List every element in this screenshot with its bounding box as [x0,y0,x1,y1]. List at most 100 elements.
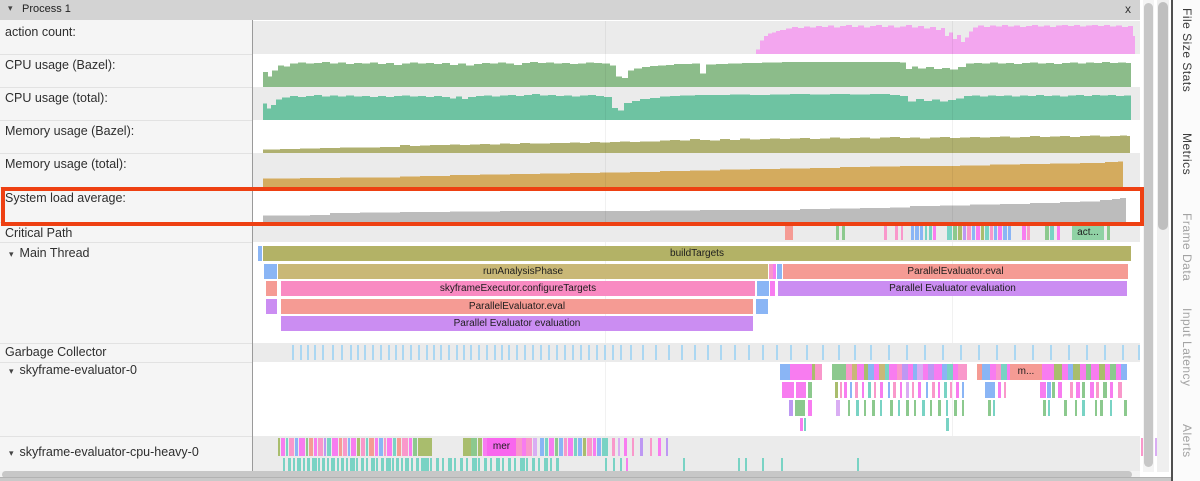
trace-slice[interactable] [658,438,661,456]
trace-slice[interactable] [402,438,408,456]
gc-event-tick[interactable] [380,345,382,360]
trace-slice[interactable] [1064,400,1067,416]
gc-event-tick[interactable] [888,345,890,360]
trace-slice[interactable] [773,264,776,279]
trace-slice[interactable] [738,458,740,471]
trace-slice[interactable] [906,400,909,416]
gc-event-tick[interactable] [942,345,944,360]
trace-slice[interactable] [1052,382,1055,398]
trace-slice[interactable] [666,438,668,456]
gc-event-tick[interactable] [564,345,566,360]
trace-slice[interactable] [339,438,342,456]
gc-event-tick[interactable] [478,345,480,360]
trace-slice[interactable] [906,382,909,398]
trace-slice[interactable] [993,400,995,416]
trace-slice[interactable] [1048,400,1050,416]
trace-slice[interactable] [1045,226,1049,240]
gc-event-tick[interactable] [906,345,908,360]
gc-event-tick[interactable] [364,345,366,360]
trace-slice[interactable] [350,458,355,471]
trace-slice[interactable] [502,458,504,471]
gc-event-tick[interactable] [456,345,458,360]
gc-event-tick[interactable] [372,345,374,360]
trace-slice[interactable] [880,382,883,398]
trace-slice[interactable] [880,400,882,416]
trace-slice[interactable] [303,458,305,471]
trace-slice-labeled[interactable]: mer [487,438,516,456]
trace-slice[interactable] [379,438,383,456]
trace-slice[interactable] [912,382,914,398]
trace-slice[interactable] [946,418,949,431]
trace-slice[interactable] [1110,382,1113,398]
trace-slice[interactable] [683,458,685,471]
gc-event-tick[interactable] [426,345,428,360]
trace-slice[interactable] [366,458,368,471]
trace-slice[interactable] [409,438,412,456]
trace-slice[interactable] [327,458,329,471]
trace-slice[interactable] [618,438,620,456]
trace-slice[interactable] [605,458,607,471]
trace-slice[interactable] [915,226,919,240]
trace-slice[interactable] [933,226,936,240]
trace-slice[interactable] [958,226,962,240]
trace-slice[interactable] [1058,382,1062,398]
gc-event-tick[interactable] [596,345,598,360]
trace-slice[interactable] [1076,382,1080,398]
gc-event-tick[interactable] [854,345,856,360]
track-label-skyframe_evaluator_cpu_heavy_0[interactable]: ▾skyframe-evaluator-cpu-heavy-0 [0,445,257,460]
page-vertical-scrollbar[interactable] [1157,0,1169,472]
trace-slice[interactable] [836,400,840,416]
gc-event-tick[interactable] [924,345,926,360]
trace-slice[interactable] [555,438,558,456]
trace-slice[interactable] [436,458,439,471]
trace-slice[interactable] [808,400,812,416]
trace-slice[interactable] [478,458,480,471]
gc-event-tick[interactable] [642,345,644,360]
close-icon[interactable]: x [1125,2,1131,16]
trace-slice[interactable] [781,458,783,471]
trace-slice[interactable] [322,458,325,471]
trace-slice[interactable] [324,438,326,456]
gc-event-tick[interactable] [776,345,778,360]
trace-slice[interactable] [1043,400,1046,416]
trace-slice[interactable] [1070,382,1073,398]
trace-slice[interactable] [341,458,344,471]
trace-slice[interactable] [920,226,923,240]
trace-slice[interactable] [472,458,477,471]
trace-slice[interactable] [307,458,310,471]
gc-event-tick[interactable] [516,345,518,360]
trace-slice[interactable] [533,438,537,456]
trace-slice[interactable] [418,438,432,456]
trace-slice[interactable] [514,458,516,471]
trace-slice[interactable] [844,382,847,398]
trace-slice[interactable] [796,382,806,398]
gc-event-tick[interactable] [433,345,435,360]
trace-slice[interactable] [985,382,995,398]
trace-slice[interactable] [963,226,966,240]
trace-slice[interactable] [938,400,941,416]
trace-slice[interactable] [597,438,601,456]
trace-slice[interactable] [466,458,468,471]
gc-event-tick[interactable] [307,345,309,360]
sidebar-tab-alerts[interactable]: Alerts [1180,424,1194,458]
trace-slice[interactable] [258,246,262,261]
trace-slice[interactable] [612,438,615,456]
trace-slice[interactable] [947,226,952,240]
gc-event-tick[interactable] [588,345,590,360]
trace-slice[interactable] [976,226,980,240]
gc-event-tick[interactable] [508,345,510,360]
trace-slice[interactable] [545,438,548,456]
gc-event-tick[interactable] [996,345,998,360]
gc-event-tick[interactable] [486,345,488,360]
trace-slice[interactable] [889,364,897,380]
trace-slice[interactable] [895,226,898,240]
trace-slice[interactable] [520,458,525,471]
trace-slice[interactable] [835,382,838,398]
trace-slice[interactable] [789,400,793,416]
gc-event-tick[interactable] [463,345,465,360]
trace-slice[interactable] [914,400,916,416]
gc-event-tick[interactable] [470,345,472,360]
trace-slice[interactable] [790,364,812,380]
trace-slice[interactable] [1124,400,1127,416]
gc-event-tick[interactable] [748,345,750,360]
